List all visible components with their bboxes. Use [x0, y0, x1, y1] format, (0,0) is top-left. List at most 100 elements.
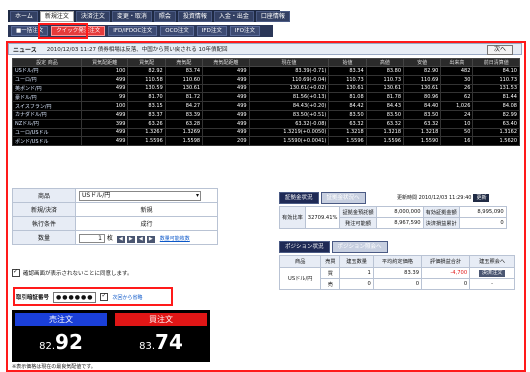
rate-cell: 83.39 [164, 109, 204, 120]
quantity-step-button-2[interactable]: ▶ [126, 235, 135, 243]
rate-cell: 84.40 [403, 101, 442, 111]
rate-row[interactable]: カナダドル/円 499 83.37 83.39 499 83.50(+0.51) 83.50… [12, 109, 520, 120]
col-prev-settle: 前日清算値 [472, 58, 520, 67]
tab-settle-order[interactable]: 決済注文 [75, 10, 110, 22]
rate-cell: 84.42 [328, 101, 367, 111]
col-high: 高値 [365, 58, 405, 67]
rate-row[interactable]: 豪ドル/円 99 81.70 81.72 499 81.56(+0.13) 81.08 81.… [12, 92, 520, 103]
position-side: 売 [320, 278, 341, 290]
sell-order-button[interactable]: 売注文 82.92 [15, 313, 107, 359]
effective-margin-label: 有効証拠金額 [422, 206, 460, 218]
rate-cell: 82.90 [403, 66, 442, 76]
rate-cell: 1.3218 [328, 127, 367, 138]
quantity-unit: 枚 [106, 234, 113, 242]
quantity-step-button-3[interactable]: ◀ [136, 235, 145, 243]
rate-cell: 62 [440, 92, 474, 103]
col-bid: 買気配 [127, 58, 166, 67]
quantity-step-button-1[interactable]: ◀ [116, 235, 125, 243]
quantity-max-link[interactable]: 数量可能枚数 [160, 236, 190, 242]
tab-deposit-withdraw[interactable]: 入金・出金 [213, 10, 254, 22]
tab-position-status[interactable]: ポジション状況 [279, 241, 330, 253]
rate-row[interactable]: ユーロ/円 499 110.58 110.60 499 110.69(-0.04) 110.… [12, 74, 520, 85]
rate-pair: USドル/円 [12, 66, 82, 76]
subtab-oco[interactable]: OCO注文 [160, 26, 194, 36]
settle-order-button[interactable]: 決済注文 [478, 269, 506, 277]
pos-col-link[interactable]: 建玉照会へ [469, 255, 515, 268]
product-select[interactable]: USドル/円 ▾ [79, 190, 201, 201]
quantity-input[interactable]: 1 [79, 233, 105, 243]
rate-cell: 83.50(+0.51) [248, 109, 330, 120]
effective-ratio-value: 32709.41% [304, 206, 341, 229]
rate-cell: 81.78 [365, 92, 405, 103]
tab-margin-status[interactable]: 証拠金状況 [279, 192, 319, 204]
rate-board: 設定 商品 買気配距離 買気配 売気配 売気配距離 現在値 始値 高値 安値 出… [12, 58, 520, 147]
col-ask: 売気配 [164, 58, 204, 67]
rate-cell: 63.40 [472, 118, 520, 129]
update-time-text: 更新時間 2010/12/03 11:29:40 [397, 195, 472, 201]
rate-cell: 499 [202, 109, 250, 120]
available-label: 発注可能額 [339, 217, 377, 229]
tab-margin-detail[interactable]: 証拠金状況へ [320, 192, 366, 204]
tab-inquiry[interactable]: 照会 [153, 10, 176, 22]
rate-cell: 1.5590(+0.0041) [248, 136, 330, 147]
product-select-value: USドル/円 [82, 191, 111, 199]
tab-new-order[interactable]: 新規注文 [39, 10, 74, 22]
tab-modify-cancel[interactable]: 変更・取消 [111, 10, 152, 22]
condition-value: 成行 [75, 216, 218, 231]
rate-row[interactable]: NZドル/円 399 63.26 63.28 499 63.32(-0.08) 63.32 6… [12, 118, 520, 129]
margin-tabs: 証拠金状況 証拠金状況へ [279, 192, 366, 204]
confirm-skip-checkbox[interactable] [12, 268, 20, 277]
rate-cell: 499 [202, 66, 250, 76]
rate-cell: 1.3218 [403, 127, 442, 138]
rate-cell: 110.60 [164, 74, 204, 85]
note-line: ※表示価格は現在の最良気配値です。 [12, 364, 96, 370]
subtab-ifd-ifdoc[interactable]: IFD/IFDOC注文 [108, 26, 158, 36]
subtab-ifo[interactable]: IFO注文 [229, 26, 260, 36]
tab-position-inquiry[interactable]: ポジション照会へ [331, 241, 388, 253]
position-avg-price: 0 [372, 278, 423, 290]
buy-order-button[interactable]: 買注文 83.74 [115, 313, 207, 359]
tab-investment-info[interactable]: 投資情報 [177, 10, 212, 22]
condition-label: 執行条件 [12, 216, 76, 231]
rate-cell: 82.92 [127, 66, 166, 76]
rate-row[interactable]: USドル/円 100 82.92 83.74 499 83.39(-0.71) 83.34 8… [12, 66, 520, 76]
rate-cell: 50 [440, 127, 474, 138]
rate-pair: NZドル/円 [12, 118, 82, 129]
quantity-label: 数量 [12, 230, 76, 245]
rate-cell: 84.08 [472, 101, 520, 111]
rate-row[interactable]: ポンド/USドル 499 1.5596 1.5598 209 1.5590(+0.0041… [12, 136, 520, 147]
rate-cell: 499 [80, 83, 129, 94]
position-table: 商品 売買 建玉数量 平均約定価格 評価損益合計 建玉照会へ USドル/円 買 … [278, 255, 515, 290]
buy-price-major: 83. [139, 341, 156, 352]
rate-header-row: 設定 商品 買気配距離 買気配 売気配 売気配距離 現在値 始値 高値 安値 出… [12, 58, 520, 67]
deposit-label: 証拠金預託額 [339, 206, 377, 218]
tab-account-info[interactable]: 口座情報 [255, 10, 290, 22]
rate-cell: 84.43(+0.20) [248, 101, 330, 111]
col-low: 安値 [403, 58, 442, 67]
update-button[interactable]: 更新 [473, 194, 490, 202]
settled-pl-value: 0 [458, 217, 507, 229]
buy-price: 83.74 [115, 330, 207, 354]
rate-cell: 24 [440, 109, 474, 120]
rate-row[interactable]: スイスフラン/円 100 83.15 84.27 499 84.43(+0.20) 84.4… [12, 101, 520, 111]
rate-cell: 80.96 [403, 92, 442, 103]
rate-cell: 110.73 [328, 74, 367, 85]
rate-cell: 131.53 [472, 83, 520, 94]
position-avg-price: 83.39 [372, 267, 423, 279]
rate-cell: 83.39(-0.71) [248, 66, 330, 76]
rate-cell: 81.56(+0.13) [248, 92, 330, 103]
rate-pair: スイスフラン/円 [12, 101, 82, 111]
quantity-step-button-4[interactable]: ▶ [146, 235, 155, 243]
rate-cell: 130.59 [127, 83, 166, 94]
pos-col-avg-price: 平均約定価格 [372, 255, 423, 268]
chevron-down-icon: ▾ [195, 191, 199, 199]
rate-cell: 81.08 [328, 92, 367, 103]
rate-cell: 499 [202, 83, 250, 94]
subtab-ifd[interactable]: IFD注文 [196, 26, 227, 36]
rate-row[interactable]: 英ポンド/円 499 130.59 130.61 499 130.61(+0.02) 130… [12, 83, 520, 94]
tab-home[interactable]: ホーム [10, 10, 38, 22]
rate-row[interactable]: ユーロ/USドル 499 1.3267 1.3269 499 1.3219(+0.0050… [12, 127, 520, 138]
order-row-product: 商品 USドル/円 ▾ [12, 188, 218, 203]
rate-pair: 英ポンド/円 [12, 83, 82, 94]
rate-cell: 83.50 [365, 109, 405, 120]
